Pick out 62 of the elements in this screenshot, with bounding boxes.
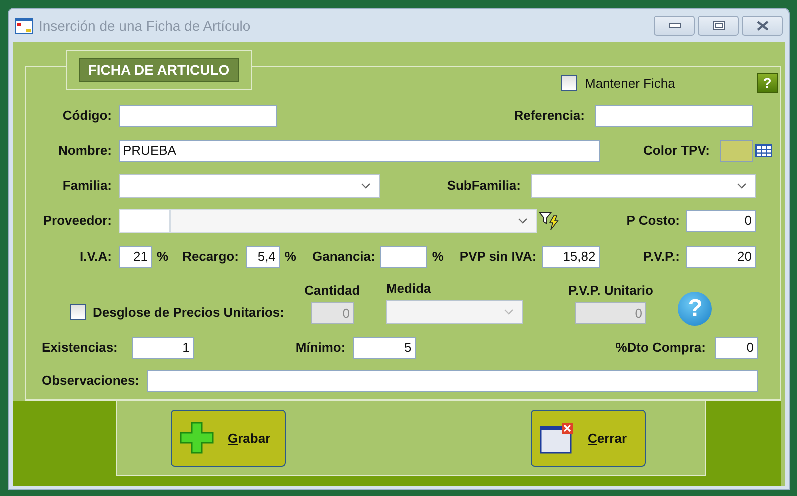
input-field[interactable]: 0	[715, 336, 758, 358]
input-field[interactable]	[380, 246, 428, 268]
field-label: Nombre:	[58, 143, 112, 158]
percent-sign: %	[284, 249, 296, 264]
field-label: Medida	[386, 281, 432, 296]
plus-icon	[180, 422, 214, 454]
checkbox[interactable]	[70, 304, 86, 320]
field-label: Mínimo:	[296, 340, 346, 355]
input-field[interactable]: 21	[119, 246, 152, 268]
close-icon	[756, 20, 770, 30]
minimize-icon	[668, 22, 680, 28]
chevron-down-icon	[737, 182, 747, 188]
field-label: PVP sin IVA:	[460, 249, 537, 264]
field-label: P.V.P. Unitario	[568, 283, 654, 298]
color-swatch[interactable]	[720, 140, 753, 162]
window-icon	[15, 18, 33, 34]
field-label: Color TPV:	[644, 143, 710, 158]
dropdown[interactable]	[119, 174, 380, 198]
group-title: FICHA DE ARTICULO	[79, 58, 239, 82]
dropdown[interactable]	[531, 174, 756, 198]
field-label: Proveedor:	[42, 213, 112, 228]
percent-sign: %	[432, 249, 444, 264]
input-field[interactable]: 20	[686, 246, 756, 268]
close-button[interactable]: Cerrar	[531, 410, 646, 466]
field-label: Existencias:	[42, 340, 118, 355]
input-field[interactable]: 5	[352, 336, 416, 358]
input-field[interactable]: 0	[686, 210, 756, 232]
field-label: Cantidad	[304, 283, 360, 298]
close-button[interactable]	[742, 16, 783, 36]
field-label: %Dto Compra:	[616, 340, 706, 355]
field-label: I.V.A:	[78, 249, 112, 264]
window-title: Inserción de una Ficha de Artículo	[39, 18, 251, 34]
field-label: Desglose de Precios Unitarios:	[93, 304, 284, 320]
checkbox-label: Mantener Ficha	[585, 76, 676, 90]
palette-icon[interactable]	[755, 144, 773, 158]
input-field[interactable]: 1	[132, 336, 194, 358]
window-close-icon	[540, 422, 574, 454]
input-field[interactable]	[119, 104, 277, 126]
field-label: P Costo:	[626, 213, 680, 228]
filter-icon[interactable]	[539, 210, 561, 230]
field-label: Ganancia:	[312, 249, 376, 264]
maximize-icon	[712, 21, 724, 30]
percent-sign: %	[157, 249, 169, 264]
field-label: SubFamilia:	[447, 178, 521, 193]
chevron-down-icon	[504, 309, 514, 315]
field-label: Recargo:	[182, 249, 239, 264]
field-label: Familia:	[62, 178, 112, 193]
save-button[interactable]: Grabar	[171, 410, 286, 466]
checkbox[interactable]	[561, 75, 577, 91]
chevron-down-icon	[361, 182, 371, 188]
input-field[interactable]	[146, 370, 758, 392]
input-field[interactable]	[595, 104, 753, 126]
input-field[interactable]: PRUEBA	[119, 140, 600, 162]
field-label: P.V.P.:	[643, 249, 680, 264]
field-label: Referencia:	[514, 108, 585, 123]
field-label: Código:	[62, 108, 112, 123]
input-field[interactable]: 5,4	[246, 246, 280, 268]
maximize-button[interactable]	[698, 16, 739, 36]
input-field[interactable]: 15,82	[542, 246, 600, 268]
minimize-button[interactable]	[654, 16, 695, 36]
field-label: Observaciones:	[42, 373, 140, 388]
chevron-down-icon	[518, 218, 528, 224]
